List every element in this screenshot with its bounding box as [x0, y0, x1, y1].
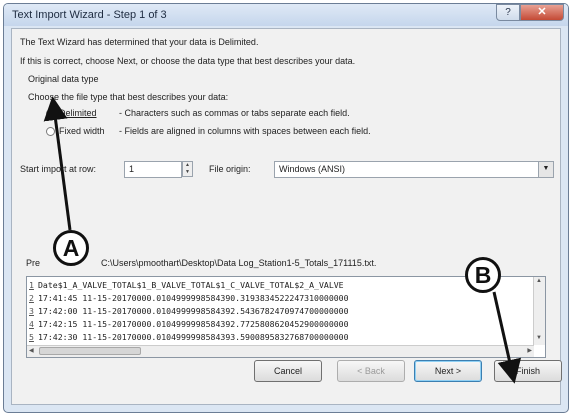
arrow-b-to-finish	[492, 291, 522, 384]
annotation-arrows	[43, 96, 522, 384]
arrow-a-to-delimited	[43, 96, 72, 231]
annotation-badge-a: A	[53, 230, 89, 266]
annotation-badge-b: B	[465, 257, 501, 293]
